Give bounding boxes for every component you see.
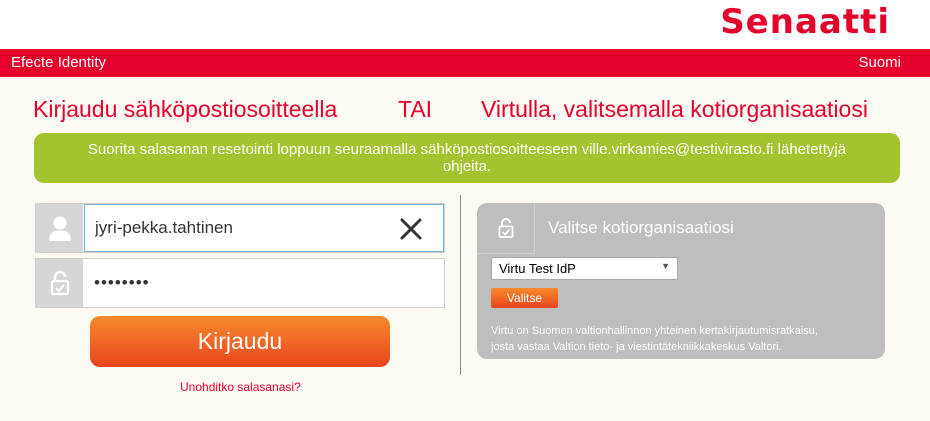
selected-organization: Virtu Test IdP (499, 261, 576, 276)
forgot-password-link[interactable]: Unohditko salasanasi? (180, 380, 301, 394)
app-name: Efecte Identity (11, 54, 107, 71)
senaatti-logo: Senaatti (720, 2, 890, 42)
login-button[interactable]: Kirjaudu (90, 316, 390, 367)
password-field (35, 258, 445, 308)
lock-icon (36, 259, 83, 307)
close-icon[interactable] (398, 216, 424, 242)
virtu-title: Valitse kotiorganisaatiosi (548, 218, 734, 237)
virtu-login-heading: Virtulla, valitsemalla kotiorganisaatios… (481, 96, 868, 122)
email-login-heading: Kirjaudu sähköpostiosoitteella (33, 96, 338, 122)
or-separator-text: TAI (398, 96, 433, 122)
password-reset-notice: Suorita salasanan resetointi loppuun seu… (34, 133, 900, 183)
language-selector[interactable]: Suomi (858, 54, 901, 71)
virtu-description-line-2: josta vastaa Valtion tieto- ja viestintä… (491, 341, 782, 353)
chevron-down-icon: ▼ (661, 261, 670, 271)
username-field (35, 203, 445, 253)
choose-organization-button[interactable]: Valitse (491, 288, 558, 308)
notice-line-1: Suorita salasanan resetointi loppuun seu… (87, 141, 847, 158)
username-input[interactable] (84, 204, 444, 252)
notice-line-2: ohjeita. (442, 158, 492, 175)
password-input[interactable] (84, 259, 444, 307)
virtu-panel: Valitse kotiorganisaatiosi Virtu Test Id… (477, 203, 885, 359)
user-icon (36, 204, 83, 252)
lock-icon (477, 203, 535, 254)
top-header: Senaatti (0, 0, 930, 49)
organization-select[interactable]: Virtu Test IdP ▼ (491, 257, 678, 280)
brand-bar: Efecte Identity Suomi (0, 49, 930, 77)
column-divider (460, 195, 461, 375)
virtu-description: Virtu on Suomen valtionhallinnon yhteine… (491, 323, 881, 355)
virtu-description-line-1: Virtu on Suomen valtionhallinnon yhteine… (491, 325, 818, 337)
